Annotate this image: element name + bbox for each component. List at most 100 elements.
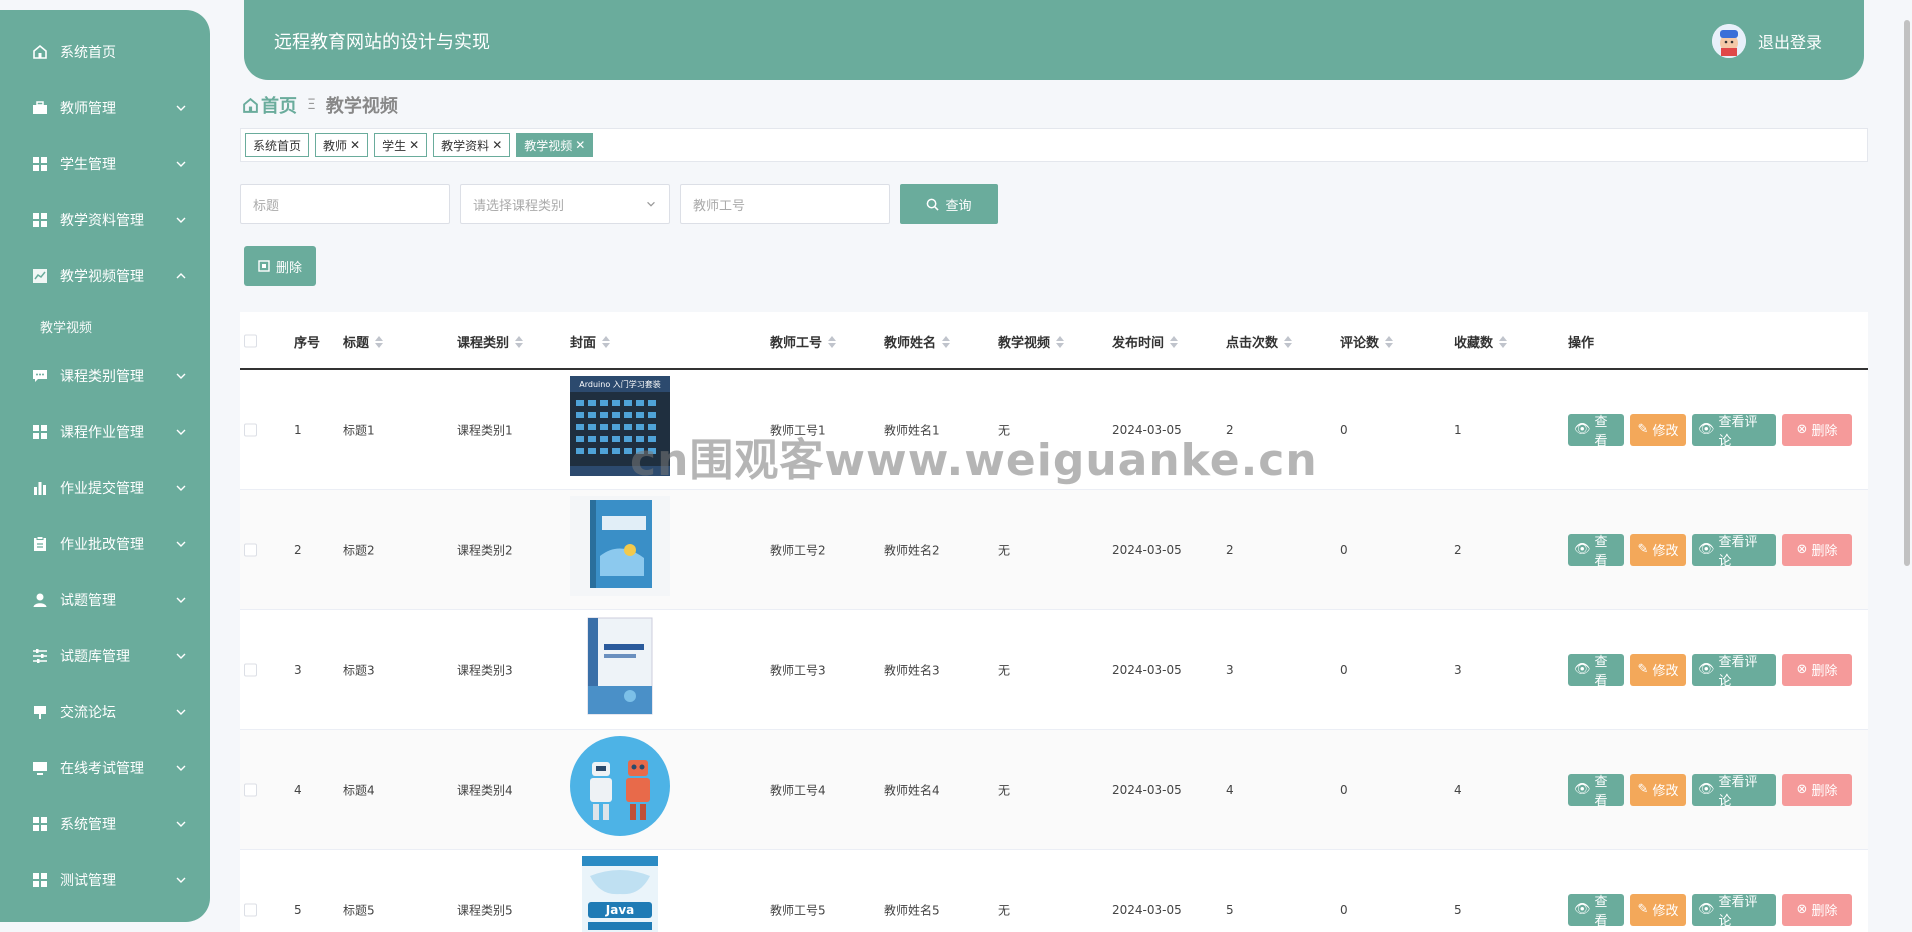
delete-button[interactable]: ⊗ 删除: [1782, 413, 1852, 446]
delete-circle-icon: ⊗: [1796, 542, 1808, 557]
sidebar-item-forum[interactable]: 交流论坛: [0, 684, 210, 740]
tag-home[interactable]: 系统首页: [245, 133, 310, 157]
row-actions: 👁 查看 ✎ 修改 👁 查看评论 ⊗ 删除: [1568, 413, 1852, 449]
column-header[interactable]: 教学视频: [998, 332, 1065, 351]
sidebar-item-course-categories[interactable]: 课程类别管理: [0, 348, 210, 404]
sort-icon[interactable]: [515, 335, 524, 348]
view-button[interactable]: 👁 查看: [1568, 413, 1624, 449]
sidebar-item-submissions[interactable]: 作业提交管理: [0, 460, 210, 516]
row-checkbox[interactable]: [244, 783, 257, 796]
tag-materials[interactable]: 教学资料 ✕: [433, 133, 511, 157]
sidebar-item-home[interactable]: 系统首页: [0, 24, 210, 80]
sidebar-item-grading[interactable]: 作业批改管理: [0, 516, 210, 572]
logout-link[interactable]: 退出登录: [1758, 29, 1822, 53]
title-input[interactable]: 标题: [240, 184, 450, 224]
view-button[interactable]: 👁 查看: [1568, 653, 1624, 689]
select-all-checkbox[interactable]: [244, 334, 257, 348]
sort-icon[interactable]: [1284, 335, 1293, 348]
column-header[interactable]: 封面: [570, 332, 611, 351]
sort-icon[interactable]: [1499, 335, 1508, 348]
edit-button[interactable]: ✎ 修改: [1630, 893, 1686, 926]
delete-circle-icon: ⊗: [1796, 782, 1808, 797]
delete-button[interactable]: ⊗ 删除: [1782, 533, 1852, 566]
sidebar-item-videos[interactable]: 教学视频管理: [0, 248, 210, 304]
column-header[interactable]: 标题: [343, 332, 384, 351]
breadcrumb-home[interactable]: 首页: [242, 92, 297, 118]
edit-button[interactable]: ✎ 修改: [1630, 413, 1686, 446]
view-button[interactable]: 👁 查看: [1568, 773, 1624, 809]
table-row[interactable]: 5 标题5 课程类别5 Java 教师工号5 教师姓名5 无 2024-03-05 5 0 5 👁 查看…: [240, 850, 1868, 932]
sort-icon[interactable]: [828, 335, 837, 348]
sidebar-item-teachers[interactable]: 教师管理: [0, 80, 210, 136]
row-checkbox[interactable]: [244, 663, 257, 676]
sort-icon[interactable]: [1170, 335, 1179, 348]
sidebar-subitem-video[interactable]: 教学视频: [0, 304, 210, 348]
sidebar-item-homework[interactable]: 课程作业管理: [0, 404, 210, 460]
view-comments-button[interactable]: 👁 查看评论: [1692, 413, 1776, 449]
column-header[interactable]: 发布时间: [1112, 332, 1179, 351]
view-button[interactable]: 👁 查看: [1568, 893, 1624, 929]
sidebar-item-tests[interactable]: 测试管理: [0, 852, 210, 908]
sidebar-item-exams[interactable]: 在线考试管理: [0, 740, 210, 796]
cover-image[interactable]: [570, 616, 670, 716]
view-comments-button[interactable]: 👁 查看评论: [1692, 653, 1776, 689]
close-icon[interactable]: ✕: [409, 138, 419, 152]
query-button[interactable]: 查询: [900, 184, 998, 224]
edit-button[interactable]: ✎ 修改: [1630, 773, 1686, 806]
row-checkbox[interactable]: [244, 543, 257, 556]
close-icon[interactable]: ✕: [575, 138, 585, 152]
sidebar-item-questions[interactable]: 试题管理: [0, 572, 210, 628]
row-checkbox[interactable]: [244, 903, 257, 916]
column-header[interactable]: 教师工号: [770, 332, 837, 351]
cell-teacher-no: 教师工号5: [770, 903, 826, 917]
cell-teacher-name: 教师姓名5: [884, 903, 940, 917]
table-row[interactable]: 2 标题2 课程类别2 教师工号2 教师姓名2 无 2024-03-05 2 0 2 👁 查看 ✎ 修改 👁…: [240, 490, 1868, 610]
page-scrollbar[interactable]: [1904, 20, 1910, 566]
cover-image[interactable]: Arduino 入门学习套装: [570, 376, 670, 476]
sort-icon[interactable]: [1056, 335, 1065, 348]
user-icon: [32, 592, 48, 608]
column-header[interactable]: 教师姓名: [884, 332, 951, 351]
table-row[interactable]: 3 标题3 课程类别3 教师工号3 教师姓名3 无 2024-03-05 3 0 3 👁 查看 ✎ 修改 👁…: [240, 610, 1868, 730]
table-row[interactable]: 1 标题1 课程类别1 Arduino 入门学习套装 教师工号1 教师姓名1 无 2024-0…: [240, 370, 1868, 490]
column-header[interactable]: 课程类别: [457, 332, 524, 351]
delete-button[interactable]: ⊗ 删除: [1782, 893, 1852, 926]
view-button[interactable]: 👁 查看: [1568, 533, 1624, 569]
view-comments-button[interactable]: 👁 查看评论: [1692, 893, 1776, 929]
tag-videos[interactable]: 教学视频 ✕: [516, 133, 594, 157]
column-header[interactable]: 收藏数: [1454, 332, 1508, 351]
sidebar-item-materials[interactable]: 教学资料管理: [0, 192, 210, 248]
sidebar-item-system[interactable]: 系统管理: [0, 796, 210, 852]
cover-image[interactable]: Java: [570, 856, 670, 932]
sort-icon[interactable]: [942, 335, 951, 348]
sidebar-item-question-bank[interactable]: 试题库管理: [0, 628, 210, 684]
batch-delete-button[interactable]: 删除: [244, 246, 316, 286]
cell-favorites: 4: [1454, 782, 1462, 797]
sidebar-item-students[interactable]: 学生管理: [0, 136, 210, 192]
delete-button[interactable]: ⊗ 删除: [1782, 653, 1852, 686]
view-comments-button[interactable]: 👁 查看评论: [1692, 773, 1776, 809]
close-icon[interactable]: ✕: [350, 138, 360, 152]
cell-date: 2024-03-05: [1112, 422, 1182, 437]
tag-label: 系统首页: [253, 138, 302, 153]
edit-button[interactable]: ✎ 修改: [1630, 653, 1686, 686]
cover-image[interactable]: [570, 496, 670, 596]
sort-icon[interactable]: [375, 335, 384, 348]
category-select[interactable]: 请选择课程类别: [460, 184, 670, 224]
tag-teacher[interactable]: 教师 ✕: [315, 133, 369, 157]
user-menu[interactable]: 退出登录: [1711, 24, 1822, 58]
table-row[interactable]: 4 标题4 课程类别4 教师工号4 教师姓名4 无 2024-03-05 4 0 4 👁 查看 ✎ 修改 👁…: [240, 730, 1868, 850]
avatar[interactable]: [1711, 24, 1746, 58]
edit-button[interactable]: ✎ 修改: [1630, 533, 1686, 566]
sort-icon[interactable]: [1385, 335, 1394, 348]
delete-button[interactable]: ⊗ 删除: [1782, 773, 1852, 806]
row-checkbox[interactable]: [244, 423, 257, 436]
view-comments-button[interactable]: 👁 查看评论: [1692, 533, 1776, 569]
teacher-no-input[interactable]: 教师工号: [680, 184, 890, 224]
column-header[interactable]: 评论数: [1340, 332, 1394, 351]
tag-student[interactable]: 学生 ✕: [374, 133, 428, 157]
column-header[interactable]: 点击次数: [1226, 332, 1293, 351]
sort-icon[interactable]: [602, 335, 611, 348]
cover-image[interactable]: [570, 736, 670, 836]
close-icon[interactable]: ✕: [492, 138, 502, 152]
